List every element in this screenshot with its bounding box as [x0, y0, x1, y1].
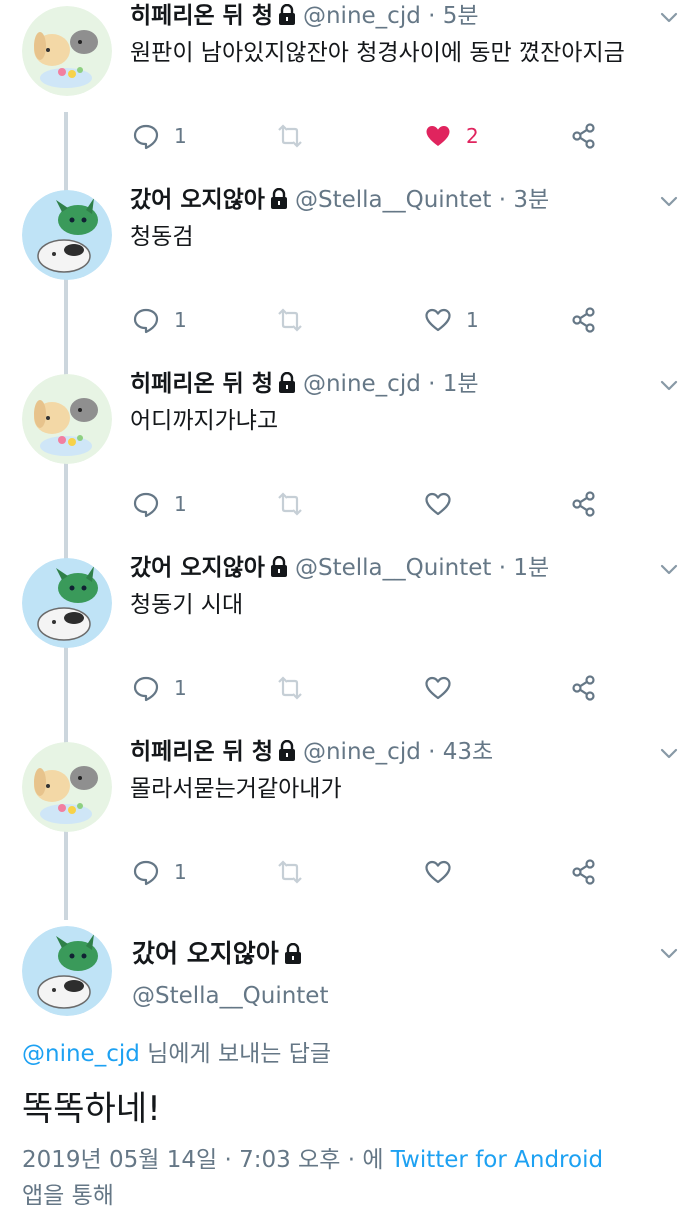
- timestamp: 2019년 05월 14일 · 7:03 오후 · 에: [22, 1147, 391, 1173]
- main-tweet-handle[interactable]: @Stella__Quintet: [132, 976, 328, 1016]
- chevron-down-icon[interactable]: [658, 942, 680, 964]
- source-suffix: 앱을 통해: [22, 1183, 114, 1209]
- tweet-meta: 2019년 05월 14일 · 7:03 오후 · 에 Twitter for …: [22, 1142, 680, 1214]
- display-name: 갔어 오지않아: [132, 939, 279, 968]
- replying-to: @nine_cjd 님에게 보내는 답글: [22, 1036, 331, 1072]
- lock-icon: [284, 943, 301, 964]
- reply-mention-link[interactable]: @nine_cjd: [22, 1041, 140, 1067]
- main-tweet: 갔어 오지않아 @Stella__Quintet @nine_cjd 님에게 보…: [0, 0, 700, 1209]
- avatar[interactable]: [22, 926, 112, 1016]
- green-dragon-cat-avatar: [22, 926, 112, 1016]
- main-tweet-text: 똑똑하네!: [22, 1089, 161, 1129]
- source-link[interactable]: Twitter for Android: [391, 1147, 603, 1173]
- replying-label: 님에게 보내는 답글: [139, 1041, 332, 1067]
- main-tweet-author[interactable]: 갔어 오지않아: [132, 934, 309, 974]
